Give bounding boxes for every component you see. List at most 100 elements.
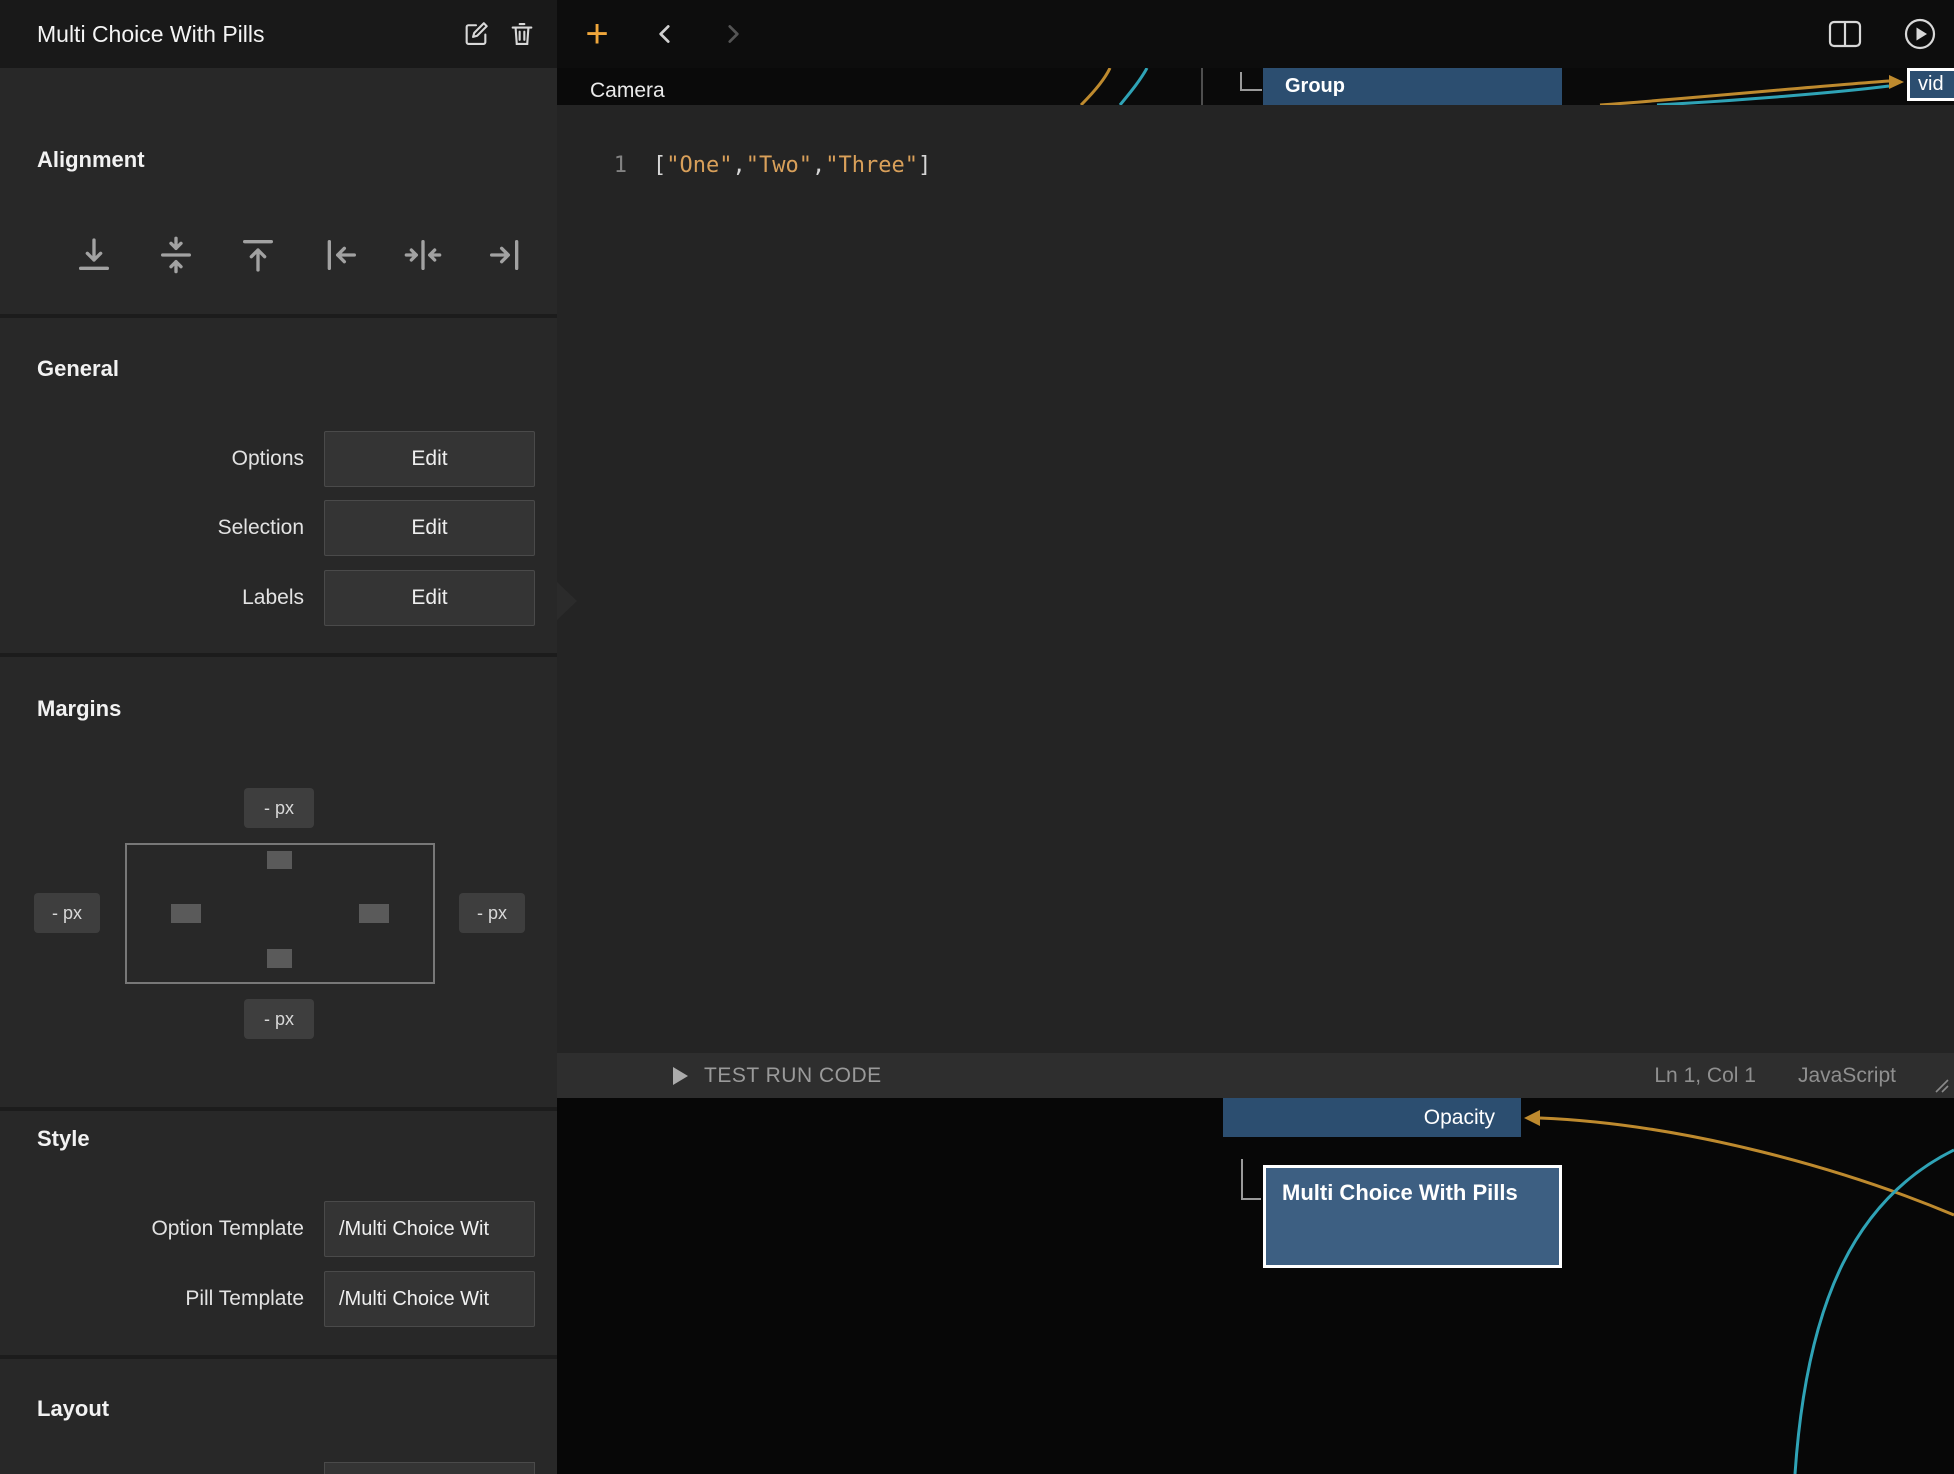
video-node-label: vid bbox=[1918, 73, 1944, 96]
align-bottom-button[interactable] bbox=[72, 231, 116, 279]
split-view-button[interactable] bbox=[1823, 0, 1867, 68]
graph-connector-line bbox=[1241, 1198, 1261, 1200]
wire-orange bbox=[1540, 1118, 1954, 1215]
align-horizontal-center-icon bbox=[403, 235, 443, 275]
section-divider bbox=[0, 653, 557, 657]
section-divider bbox=[0, 1107, 557, 1111]
options-edit-button[interactable]: Edit bbox=[324, 431, 535, 487]
inspector-panel: Multi Choice With Pills Alignment bbox=[0, 0, 557, 1474]
test-run-code-button[interactable]: TEST RUN CODE bbox=[673, 1064, 882, 1088]
play-icon bbox=[673, 1067, 688, 1085]
pill-template-field[interactable]: /Multi Choice Wit bbox=[324, 1271, 535, 1327]
align-bottom-icon bbox=[74, 235, 114, 275]
wires-top bbox=[557, 68, 1954, 105]
margins-section-title: Margins bbox=[37, 696, 121, 722]
wire-arrowhead-icon bbox=[1889, 75, 1904, 89]
margin-left-chip[interactable]: - px bbox=[34, 893, 100, 933]
line-number: 1 bbox=[557, 151, 627, 181]
pill-template-label: Pill Template bbox=[185, 1287, 304, 1311]
selection-label: Selection bbox=[218, 516, 304, 540]
margin-right-handle[interactable] bbox=[359, 904, 389, 923]
section-divider bbox=[0, 1355, 557, 1359]
align-horizontal-center-button[interactable] bbox=[401, 231, 445, 279]
labels-label: Labels bbox=[242, 586, 304, 610]
code-token: "Three" bbox=[825, 153, 918, 178]
wire-teal bbox=[1657, 86, 1889, 105]
delete-button[interactable] bbox=[499, 11, 545, 57]
graph-connector-line bbox=[1241, 1159, 1243, 1200]
option-template-label: Option Template bbox=[151, 1217, 304, 1241]
play-circle-icon bbox=[1902, 16, 1938, 52]
general-section-title: General bbox=[37, 356, 119, 382]
alignment-section-title: Alignment bbox=[37, 147, 145, 173]
chevron-right-icon bbox=[720, 21, 746, 47]
align-left-icon bbox=[321, 235, 361, 275]
wire-teal bbox=[1120, 68, 1147, 105]
align-top-icon bbox=[238, 235, 278, 275]
group-node[interactable]: Group bbox=[1263, 68, 1562, 105]
inspector-header: Multi Choice With Pills bbox=[0, 0, 557, 68]
section-divider bbox=[0, 314, 557, 318]
wire-teal bbox=[1795, 1150, 1954, 1474]
layout-section-title: Layout bbox=[37, 1396, 109, 1422]
add-patch-button[interactable]: + bbox=[577, 0, 617, 68]
margin-top-handle[interactable] bbox=[267, 851, 292, 869]
run-prototype-button[interactable] bbox=[1898, 0, 1942, 68]
margin-top-chip[interactable]: - px bbox=[244, 788, 314, 828]
opacity-node[interactable]: Opacity bbox=[1223, 1098, 1521, 1137]
back-button[interactable] bbox=[642, 0, 688, 68]
margin-left-handle[interactable] bbox=[171, 904, 201, 923]
code-token: , bbox=[732, 153, 745, 178]
graph-connector-line bbox=[1201, 68, 1203, 105]
camera-node-label[interactable]: Camera bbox=[590, 76, 665, 105]
edit-pencil-icon bbox=[462, 20, 490, 48]
options-label: Options bbox=[232, 447, 304, 471]
language-label: JavaScript bbox=[1798, 1064, 1896, 1088]
code-line[interactable]: ["One","Two","Three"] bbox=[653, 151, 931, 181]
trash-icon bbox=[508, 20, 536, 48]
test-run-code-label: TEST RUN CODE bbox=[704, 1064, 882, 1088]
chevron-left-icon bbox=[652, 21, 678, 47]
labels-edit-button[interactable]: Edit bbox=[324, 570, 535, 626]
code-token: "Two" bbox=[746, 153, 812, 178]
wires-bottom bbox=[557, 1098, 1954, 1474]
wire-orange bbox=[1600, 81, 1889, 105]
patch-editor-app: Multi Choice With Pills Alignment bbox=[0, 0, 1954, 1474]
cursor-position-label: Ln 1, Col 1 bbox=[1654, 1064, 1756, 1088]
align-top-button[interactable] bbox=[236, 231, 280, 279]
forward-button[interactable] bbox=[710, 0, 756, 68]
inspector-title: Multi Choice With Pills bbox=[37, 21, 453, 48]
video-node[interactable]: vid bbox=[1907, 68, 1954, 101]
group-node-label: Group bbox=[1285, 75, 1345, 98]
editor-status-bar: TEST RUN CODE Ln 1, Col 1 JavaScript bbox=[557, 1053, 1954, 1098]
margin-right-chip[interactable]: - px bbox=[459, 893, 525, 933]
align-right-button[interactable] bbox=[483, 231, 527, 279]
alignment-controls bbox=[72, 231, 527, 279]
align-right-icon bbox=[485, 235, 525, 275]
align-vertical-center-icon bbox=[156, 235, 196, 275]
node-canvas-top-strip: Camera Group vid bbox=[557, 68, 1954, 105]
margin-bottom-chip[interactable]: - px bbox=[244, 999, 314, 1039]
code-token: ] bbox=[918, 153, 931, 178]
selection-edit-button[interactable]: Edit bbox=[324, 500, 535, 556]
split-view-icon bbox=[1828, 20, 1862, 48]
code-editor-popover: 1 ["One","Two","Three"] TEST RUN CODE Ln… bbox=[557, 105, 1954, 1098]
rename-button[interactable] bbox=[453, 11, 499, 57]
wire-arrowhead-icon bbox=[1524, 1110, 1540, 1126]
graph-connector-line bbox=[1240, 89, 1262, 91]
code-token: , bbox=[812, 153, 825, 178]
code-token: "One" bbox=[666, 153, 732, 178]
wire-orange bbox=[1081, 68, 1110, 105]
multi-choice-with-pills-node[interactable]: Multi Choice With Pills bbox=[1263, 1165, 1562, 1268]
canvas-toolbar: + bbox=[557, 0, 1954, 68]
resize-grip[interactable] bbox=[1932, 1076, 1950, 1094]
layout-partial-button[interactable] bbox=[324, 1462, 535, 1474]
align-left-button[interactable] bbox=[319, 231, 363, 279]
popover-arrow bbox=[557, 582, 577, 620]
option-template-field[interactable]: /Multi Choice Wit bbox=[324, 1201, 535, 1257]
style-section-title: Style bbox=[37, 1126, 90, 1152]
node-canvas[interactable]: Opacity Multi Choice With Pills bbox=[557, 1098, 1954, 1474]
align-vertical-center-button[interactable] bbox=[154, 231, 198, 279]
code-token: [ bbox=[653, 153, 666, 178]
margin-bottom-handle[interactable] bbox=[267, 949, 292, 968]
